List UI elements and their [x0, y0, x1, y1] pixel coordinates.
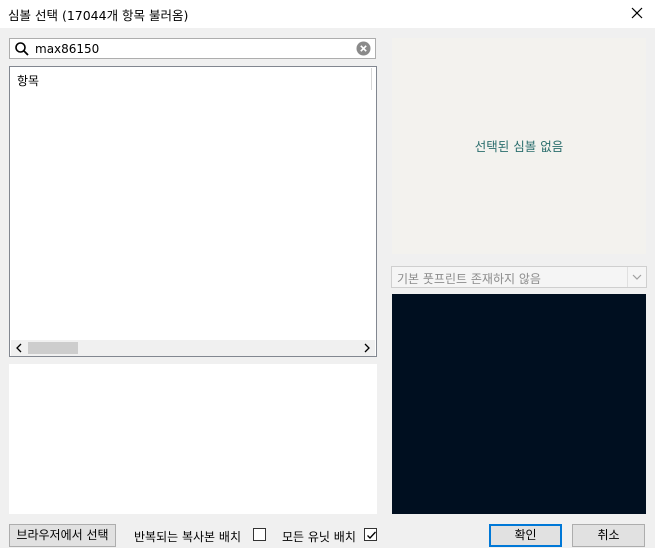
footprint-select[interactable]: 기본 풋프린트 존재하지 않음 [391, 266, 647, 288]
all-units-checkbox[interactable] [364, 528, 377, 541]
clear-icon[interactable] [356, 41, 371, 56]
footprint-preview [392, 294, 646, 514]
title-bar: 심볼 선택 (17044개 항목 불러옴) [0, 0, 655, 28]
list-column-header[interactable]: 항목 [17, 72, 39, 89]
window-title: 심볼 선택 (17044개 항목 불러옴) [8, 8, 189, 23]
search-box [9, 38, 376, 59]
repeat-copies-checkbox[interactable] [253, 528, 266, 541]
check-icon [367, 531, 376, 539]
all-units-label[interactable]: 모든 유닛 배치 [282, 528, 356, 545]
search-input[interactable] [35, 40, 355, 57]
scroll-right-icon[interactable] [358, 340, 375, 356]
close-icon[interactable] [625, 2, 649, 24]
symbol-preview: 선택된 심볼 없음 [392, 38, 646, 254]
horizontal-scrollbar[interactable] [11, 340, 375, 356]
scrollbar-thumb[interactable] [28, 342, 78, 354]
chevron-down-icon[interactable] [627, 267, 646, 287]
ok-button[interactable]: 확인 [489, 524, 562, 547]
select-from-browser-button[interactable]: 브라우저에서 선택 [9, 524, 116, 547]
repeat-copies-label[interactable]: 반복되는 복사본 배치 [134, 528, 241, 545]
column-divider [371, 68, 372, 90]
footprint-selected-value: 기본 풋프린트 존재하지 않음 [397, 272, 541, 286]
scroll-left-icon[interactable] [11, 340, 28, 356]
no-symbol-message: 선택된 심볼 없음 [474, 139, 564, 154]
description-panel [9, 364, 377, 514]
cancel-button[interactable]: 취소 [572, 524, 645, 547]
search-icon [14, 41, 30, 57]
symbol-list[interactable]: 항목 [9, 66, 377, 357]
